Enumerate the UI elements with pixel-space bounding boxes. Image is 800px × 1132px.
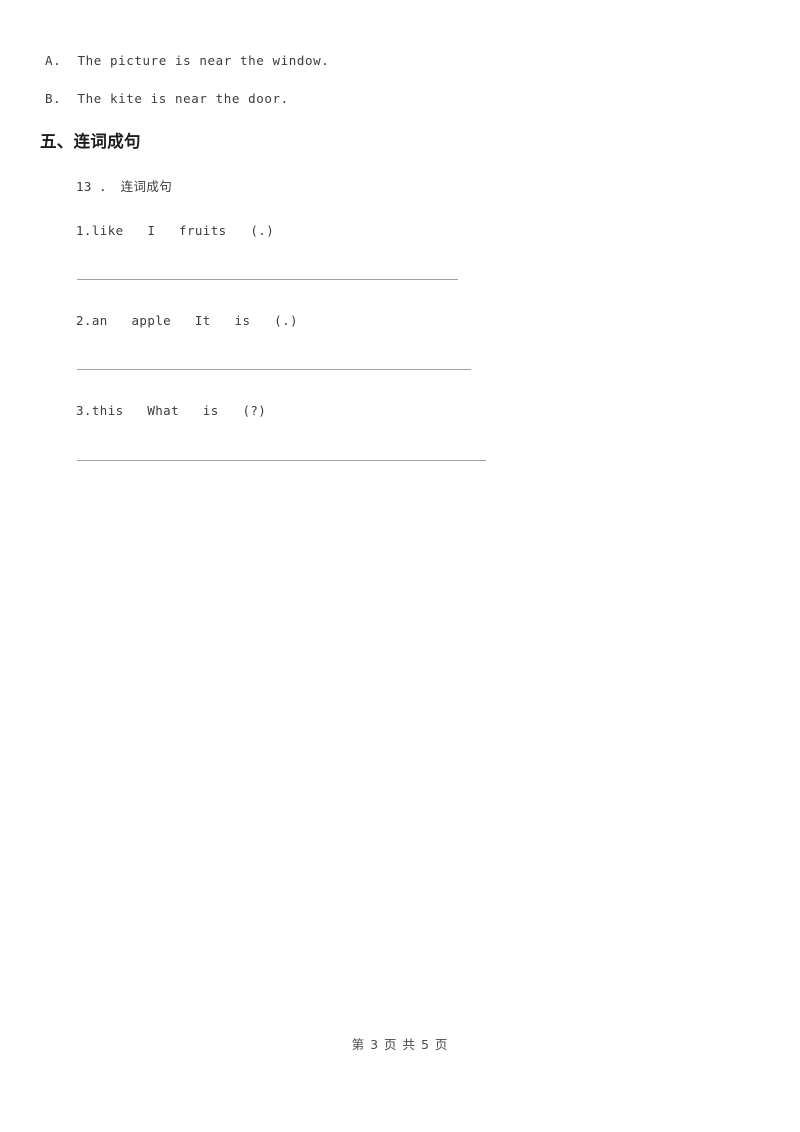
option-choice-b: B. The kite is near the door.	[45, 91, 289, 106]
question-number-label: 13 ． 连词成句	[76, 179, 173, 194]
question-item-prompt: 2.an apple It is (.)	[76, 313, 298, 328]
question-item-prompt: 3.this What is (?)	[76, 403, 267, 418]
section-heading: 五、连词成句	[40, 132, 141, 151]
answer-write-line[interactable]	[77, 460, 486, 461]
page-number-footer: 第 3 页 共 5 页	[351, 1037, 449, 1052]
answer-write-line[interactable]	[77, 279, 458, 280]
document-page: A. The picture is near the window. B. Th…	[0, 0, 800, 1132]
option-choice-a: A. The picture is near the window.	[45, 53, 330, 68]
answer-write-line[interactable]	[77, 369, 471, 370]
question-item-prompt: 1.like I fruits (.)	[76, 223, 275, 238]
